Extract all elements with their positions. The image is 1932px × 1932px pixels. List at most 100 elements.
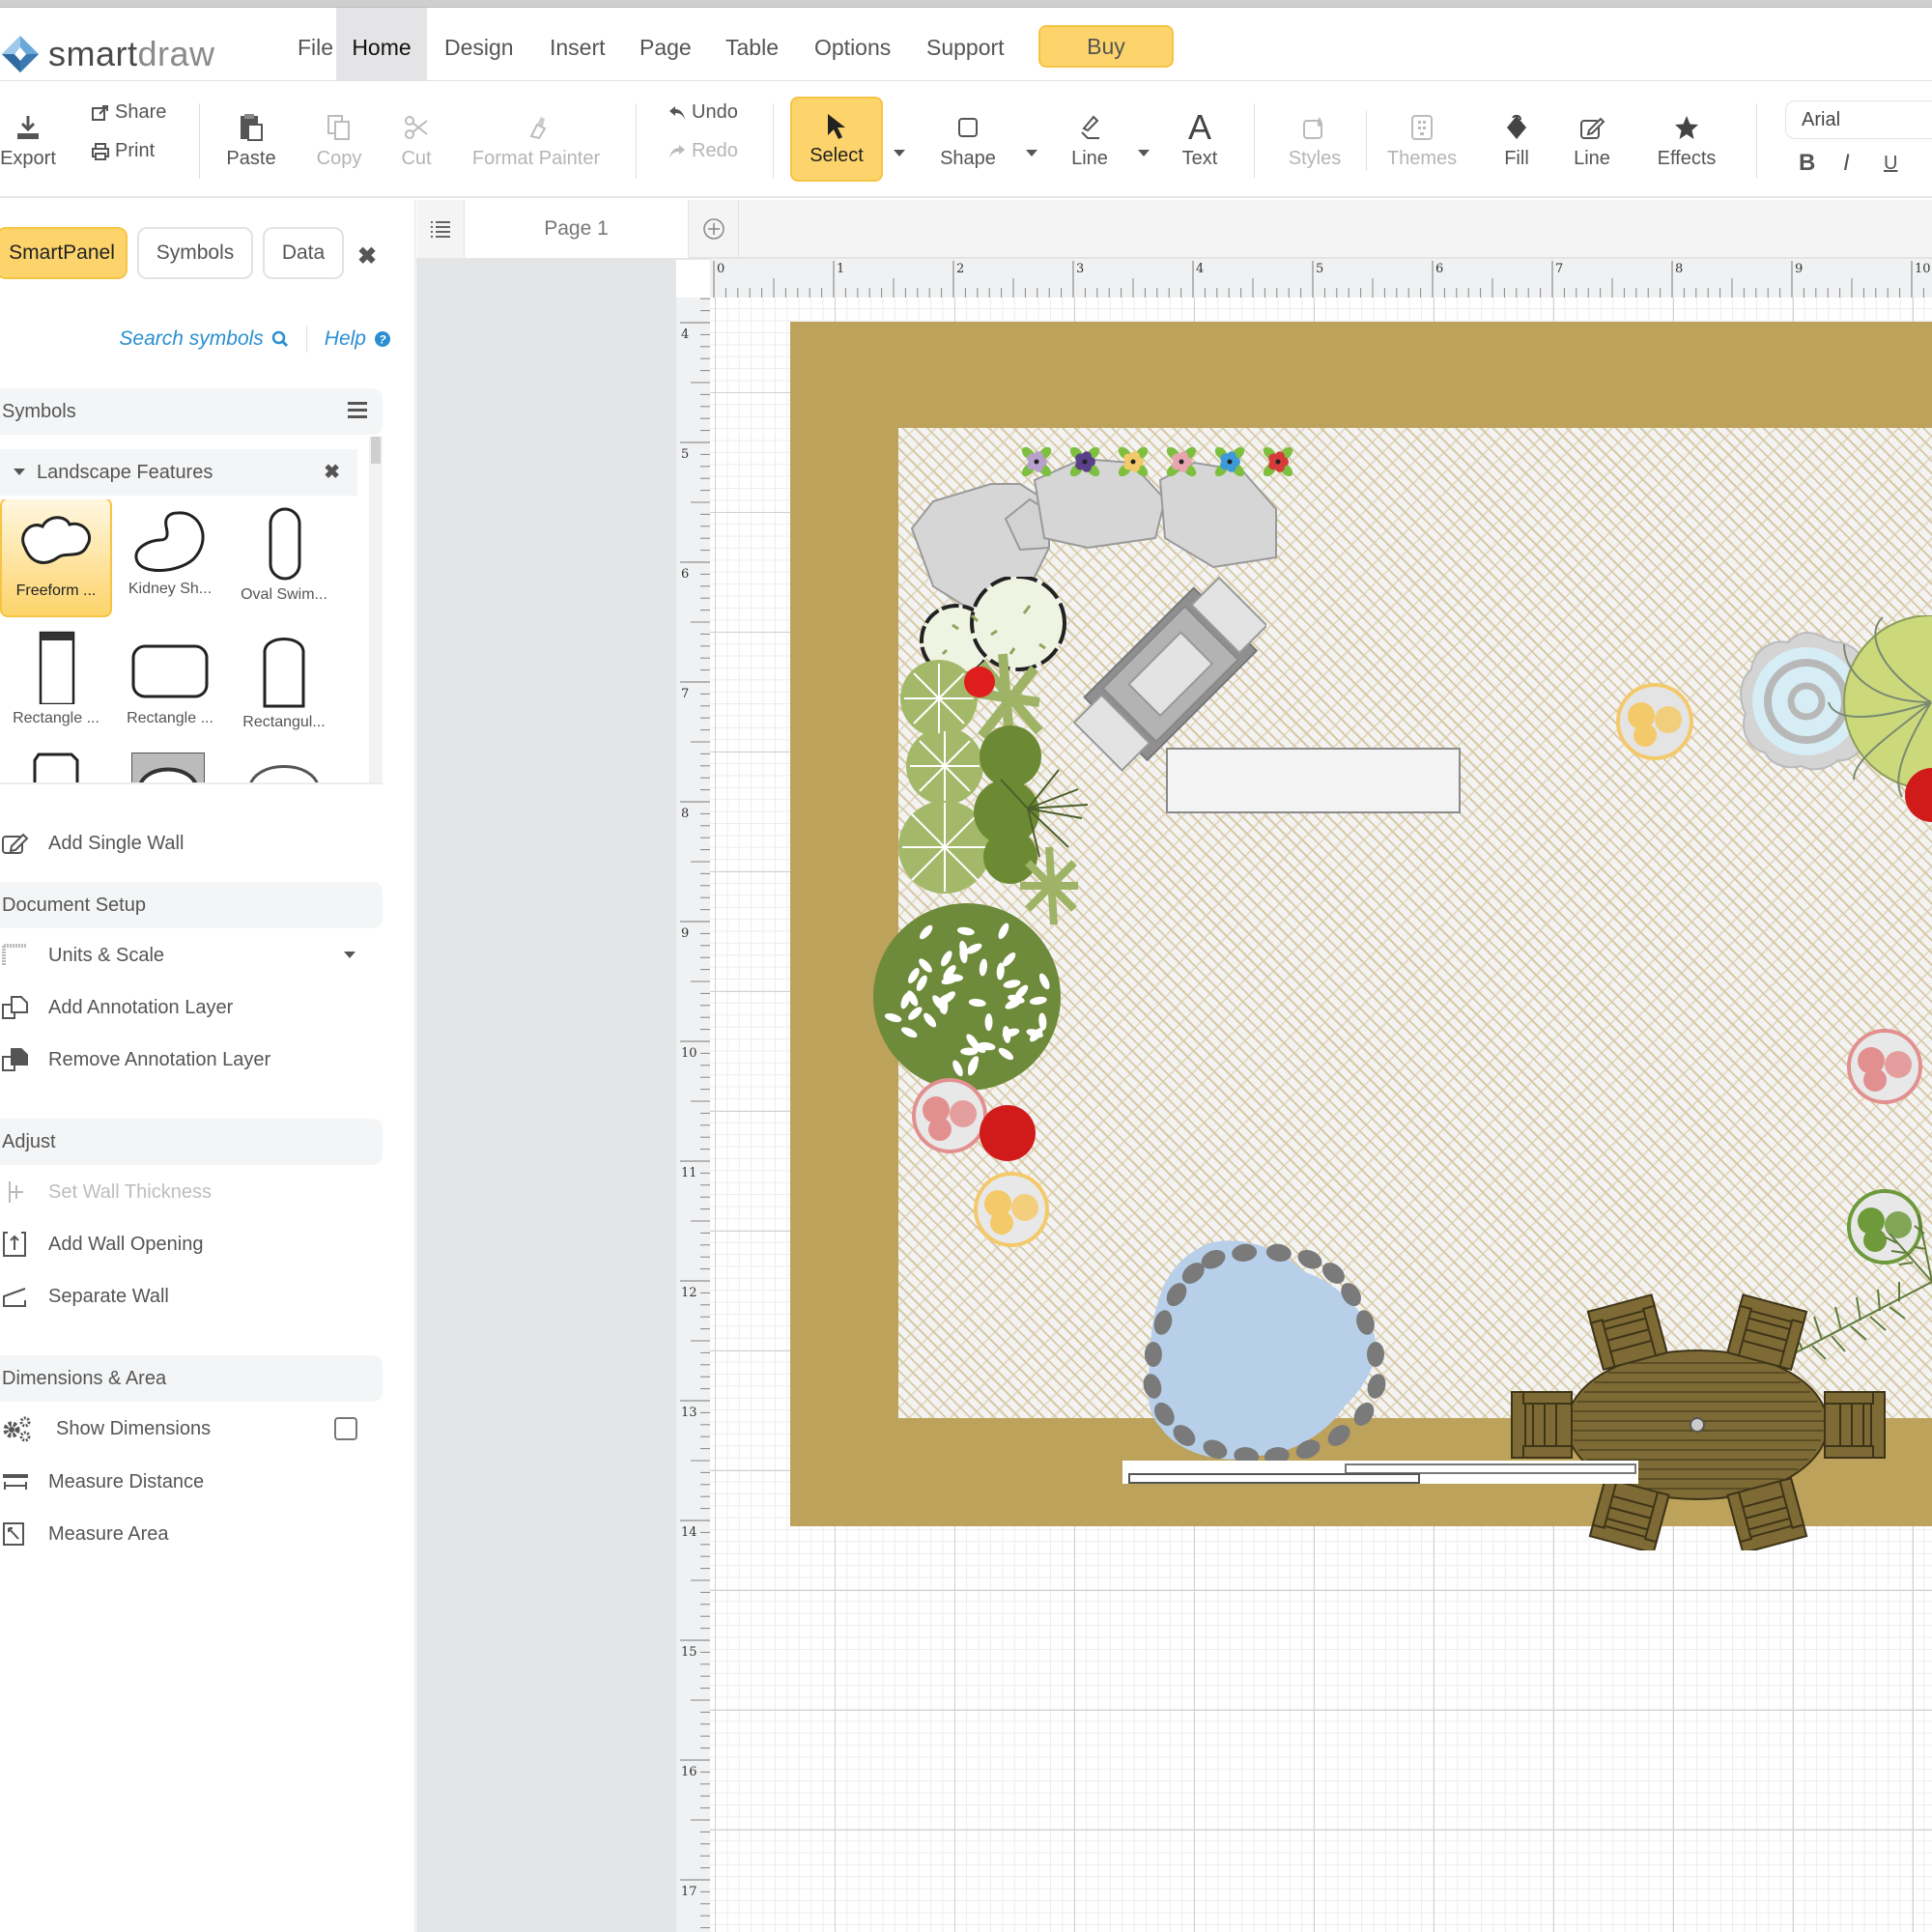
ruler-label: 17 bbox=[681, 1885, 697, 1899]
measure-distance-button[interactable]: Measure Distance bbox=[0, 1463, 383, 1501]
copy-label: Copy bbox=[316, 147, 362, 169]
paste-button[interactable]: Paste bbox=[220, 82, 282, 198]
menu-tab-options[interactable]: Options bbox=[799, 8, 906, 81]
garden-gate[interactable] bbox=[1122, 1461, 1638, 1484]
print-button[interactable]: Print bbox=[92, 140, 155, 162]
buy-button[interactable]: Buy bbox=[1038, 25, 1174, 68]
flower[interactable] bbox=[1164, 444, 1198, 478]
symbol-rectangle-pool[interactable]: Rectangle ... bbox=[0, 621, 112, 741]
flower-row[interactable] bbox=[1015, 437, 1305, 485]
shape-dropdown-caret[interactable] bbox=[1026, 150, 1037, 156]
library-header[interactable]: Landscape Features ✖ bbox=[0, 449, 357, 496]
shape-tool-button[interactable]: Shape bbox=[931, 82, 1005, 198]
flower[interactable] bbox=[1261, 444, 1294, 478]
symbol-partial-spa[interactable] bbox=[131, 753, 205, 784]
rectangular-planter[interactable] bbox=[1166, 748, 1461, 813]
styles-icon bbox=[1302, 111, 1327, 144]
italic-button[interactable]: I bbox=[1843, 150, 1850, 177]
menu-tab-page[interactable]: Page bbox=[624, 8, 707, 81]
horizontal-ruler[interactable]: 0 1 2 3 4 5 6 7 8 9 10 bbox=[710, 259, 1932, 298]
line-dropdown-caret[interactable] bbox=[1138, 150, 1150, 156]
font-family-select[interactable]: Arial bbox=[1785, 100, 1932, 139]
tab-data[interactable]: Data bbox=[263, 227, 344, 279]
add-wall-opening-button[interactable]: Add Wall Opening bbox=[0, 1225, 383, 1264]
symbols-scrollbar[interactable] bbox=[369, 437, 383, 784]
fill-button[interactable]: Fill bbox=[1488, 82, 1546, 198]
menu-tab-design[interactable]: Design bbox=[429, 8, 529, 81]
toolbar-separator bbox=[1254, 103, 1255, 179]
export-button[interactable]: Export bbox=[0, 82, 56, 198]
set-wall-thickness-button[interactable]: Set Wall Thickness bbox=[0, 1173, 383, 1211]
red-shrub[interactable] bbox=[1903, 766, 1932, 824]
select-tool-button[interactable]: Select bbox=[790, 97, 883, 182]
symbol-kidney-pool[interactable]: Kidney Sh... bbox=[114, 499, 226, 617]
symbol-oval-pool[interactable]: Oval Swim... bbox=[228, 499, 340, 617]
pink-flower-bed-left[interactable] bbox=[911, 1077, 988, 1154]
remove-annotation-layer-button[interactable]: Remove Annotation Layer bbox=[0, 1040, 383, 1079]
yellow-flower-bed-left[interactable] bbox=[973, 1171, 1050, 1248]
dining-chair[interactable] bbox=[1824, 1391, 1886, 1459]
red-shrub-left[interactable] bbox=[979, 1104, 1037, 1162]
symbol-partial-rect[interactable] bbox=[29, 753, 87, 784]
line-tool-button[interactable]: Line bbox=[1061, 82, 1119, 198]
scrollbar-thumb[interactable] bbox=[371, 437, 381, 464]
show-dimensions-row[interactable]: Show Dimensions bbox=[0, 1409, 383, 1448]
share-button[interactable]: Share bbox=[92, 101, 166, 124]
yellow-flower-bed[interactable] bbox=[1616, 683, 1693, 760]
units-scale-button[interactable]: Units & Scale bbox=[0, 936, 383, 975]
ruler-label: 13 bbox=[681, 1406, 697, 1420]
line-style-button[interactable]: Line bbox=[1563, 82, 1621, 198]
copy-icon bbox=[327, 111, 352, 144]
page-tab[interactable]: Page 1 bbox=[465, 200, 689, 258]
hamburger-menu-icon[interactable] bbox=[348, 402, 367, 422]
add-annotation-layer-button[interactable]: Add Annotation Layer bbox=[0, 988, 383, 1027]
separate-wall-button[interactable]: Separate Wall bbox=[0, 1277, 383, 1316]
symbol-rounded-rectangle-pool[interactable]: Rectangle ... bbox=[114, 621, 226, 741]
vertical-ruler[interactable]: 4 5 6 7 8 9 10 11 12 13 14 15 16 17 bbox=[676, 298, 710, 1932]
themes-button[interactable]: Themes bbox=[1383, 82, 1461, 198]
cut-button[interactable]: Cut bbox=[391, 82, 441, 198]
add-page-icon[interactable] bbox=[689, 200, 739, 258]
large-tree[interactable] bbox=[870, 900, 1064, 1094]
add-single-wall-button[interactable]: Add Single Wall bbox=[0, 824, 383, 863]
menu-tab-home[interactable]: Home bbox=[336, 8, 427, 81]
tab-smartpanel[interactable]: SmartPanel bbox=[0, 227, 128, 279]
undo-icon bbox=[669, 105, 685, 120]
units-scale-caret[interactable] bbox=[344, 952, 355, 958]
menu-tab-table[interactable]: Table bbox=[710, 8, 794, 81]
text-tool-button[interactable]: A Text bbox=[1171, 82, 1229, 198]
select-dropdown-caret[interactable] bbox=[894, 150, 905, 156]
symbol-freeform-pool[interactable]: Freeform ... bbox=[0, 499, 112, 617]
show-dimensions-checkbox[interactable] bbox=[334, 1417, 357, 1440]
flower[interactable] bbox=[1067, 444, 1101, 478]
smartdraw-logo[interactable]: smartdraw bbox=[0, 33, 215, 75]
search-symbols-link[interactable]: Search symbols bbox=[119, 327, 288, 351]
close-panel-icon[interactable]: ✖ bbox=[357, 242, 377, 270]
menu-tab-insert[interactable]: Insert bbox=[534, 8, 621, 81]
bold-button[interactable]: B bbox=[1799, 150, 1815, 177]
freeform-pool-icon bbox=[21, 516, 92, 564]
page-list-icon[interactable] bbox=[416, 200, 465, 258]
symbol-partial-round[interactable] bbox=[245, 753, 323, 784]
redo-button[interactable]: Redo bbox=[668, 140, 738, 162]
help-link[interactable]: Help ? bbox=[325, 327, 391, 351]
styles-button[interactable]: Styles bbox=[1280, 82, 1350, 198]
remove-library-icon[interactable]: ✖ bbox=[324, 449, 340, 496]
tab-symbols[interactable]: Symbols bbox=[137, 227, 253, 279]
underline-button[interactable]: U bbox=[1884, 153, 1897, 175]
format-painter-button[interactable]: Format Painter bbox=[464, 82, 609, 198]
gate-leaf-left[interactable] bbox=[1128, 1473, 1420, 1484]
stone-pond[interactable] bbox=[1131, 1224, 1392, 1485]
flower[interactable] bbox=[1116, 444, 1150, 478]
flower[interactable] bbox=[1212, 444, 1246, 478]
menu-tab-support[interactable]: Support bbox=[911, 8, 1020, 81]
effects-button[interactable]: Effects bbox=[1647, 82, 1726, 198]
copy-button[interactable]: Copy bbox=[307, 82, 371, 198]
undo-button[interactable]: Undo bbox=[668, 101, 738, 124]
measure-area-button[interactable]: Measure Area bbox=[0, 1515, 383, 1553]
dining-chair[interactable] bbox=[1511, 1391, 1573, 1459]
flower[interactable] bbox=[1019, 444, 1053, 478]
symbol-arched-pool[interactable]: Rectangul... bbox=[228, 621, 340, 741]
dining-set[interactable] bbox=[1504, 1290, 1890, 1550]
pink-flower-bed[interactable] bbox=[1846, 1028, 1923, 1105]
